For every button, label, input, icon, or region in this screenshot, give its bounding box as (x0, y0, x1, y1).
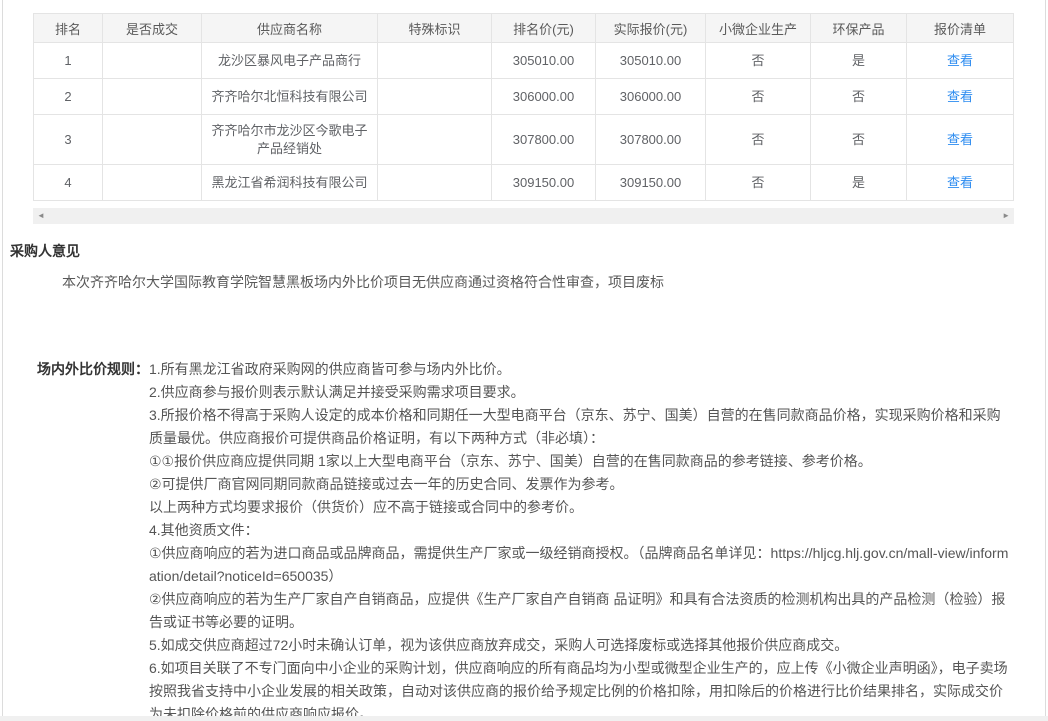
cell-deal (103, 79, 202, 115)
cell-quote-list: 查看 (907, 165, 1014, 201)
cell-rank: 3 (34, 115, 103, 165)
cell-small-micro: 否 (706, 43, 811, 79)
col-header-small-micro: 小微企业生产 (706, 14, 811, 43)
purchaser-opinion-text: 本次齐齐哈尔大学国际教育学院智慧黑板场内外比价项目无供应商通过资格符合性审查，项… (62, 272, 1012, 292)
cell-eco: 否 (811, 79, 907, 115)
col-header-quote-list: 报价清单 (907, 14, 1014, 43)
cell-rank: 2 (34, 79, 103, 115)
rule-item: ②供应商响应的若为生产厂家自产自销商品，应提供《生产厂家自产自销商 品证明》和具… (149, 588, 1012, 634)
col-header-eco-product: 环保产品 (811, 14, 907, 43)
cell-supplier: 龙沙区暴风电子产品商行 (202, 43, 378, 79)
cell-eco: 是 (811, 165, 907, 201)
cell-rank-price: 306000.00 (492, 79, 596, 115)
col-header-rank-price: 排名价(元) (492, 14, 596, 43)
table-row: 3 齐齐哈尔市龙沙区今歌电子产品经销处 307800.00 307800.00 … (34, 115, 1014, 165)
cell-small-micro: 否 (706, 165, 811, 201)
cell-actual-price: 306000.00 (596, 79, 706, 115)
col-header-deal: 是否成交 (103, 14, 202, 43)
col-header-supplier: 供应商名称 (202, 14, 378, 43)
supplier-ranking-table: 排名 是否成交 供应商名称 特殊标识 排名价(元) 实际报价(元) 小微企业生产… (33, 13, 1014, 201)
table-row: 2 齐齐哈尔北恒科技有限公司 306000.00 306000.00 否 否 查… (34, 79, 1014, 115)
window-horizontal-scrollbar[interactable] (0, 716, 1048, 721)
col-header-rank: 排名 (34, 14, 103, 43)
scroll-left-icon[interactable]: ◄ (33, 208, 49, 224)
view-quote-link[interactable]: 查看 (947, 132, 973, 147)
rules-label: 场内外比价规则： (37, 358, 149, 381)
rule-item: 1.所有黑龙江省政府采购网的供应商皆可参与场内外比价。 (149, 358, 1012, 381)
cell-supplier: 黑龙江省希润科技有限公司 (202, 165, 378, 201)
rule-item: ①供应商响应的若为进口商品或品牌商品，需提供生产厂家或一级经销商授权。（品牌商品… (149, 542, 1012, 588)
rules-content: 1.所有黑龙江省政府采购网的供应商皆可参与场内外比价。 2.供应商参与报价则表示… (149, 358, 1012, 721)
rule-item: 4.其他资质文件： (149, 519, 1012, 542)
cell-rank-price: 305010.00 (492, 43, 596, 79)
table-horizontal-scrollbar[interactable]: ◄ ► (33, 208, 1014, 224)
table-row: 1 龙沙区暴风电子产品商行 305010.00 305010.00 否 是 查看 (34, 43, 1014, 79)
scroll-right-icon[interactable]: ► (998, 208, 1014, 224)
view-quote-link[interactable]: 查看 (947, 53, 973, 68)
cell-small-micro: 否 (706, 79, 811, 115)
cell-special (378, 115, 492, 165)
rule-item: 以上两种方式均要求报价（供货价）应不高于链接或合同中的参考价。 (149, 496, 1012, 519)
table-row: 4 黑龙江省希润科技有限公司 309150.00 309150.00 否 是 查… (34, 165, 1014, 201)
cell-small-micro: 否 (706, 115, 811, 165)
cell-special (378, 79, 492, 115)
rule-item: ②可提供厂商官网同期同款商品链接或过去一年的历史合同、发票作为参考。 (149, 473, 1012, 496)
col-header-actual-price: 实际报价(元) (596, 14, 706, 43)
cell-deal (103, 165, 202, 201)
ranking-table-wrap: 排名 是否成交 供应商名称 特殊标识 排名价(元) 实际报价(元) 小微企业生产… (33, 13, 1013, 201)
cell-actual-price: 305010.00 (596, 43, 706, 79)
view-quote-link[interactable]: 查看 (947, 89, 973, 104)
rule-item: ①①报价供应商应提供同期 1家以上大型电商平台（京东、苏宁、国美）自营的在售同款… (149, 450, 1012, 473)
cell-rank-price: 309150.00 (492, 165, 596, 201)
cell-eco: 否 (811, 115, 907, 165)
cell-supplier: 齐齐哈尔市龙沙区今歌电子产品经销处 (202, 115, 378, 165)
purchaser-opinion-title: 采购人意见 (10, 241, 80, 261)
cell-actual-price: 309150.00 (596, 165, 706, 201)
cell-quote-list: 查看 (907, 115, 1014, 165)
cell-rank: 4 (34, 165, 103, 201)
cell-deal (103, 115, 202, 165)
cell-quote-list: 查看 (907, 43, 1014, 79)
view-quote-link[interactable]: 查看 (947, 175, 973, 190)
rule-item: 3.所报价格不得高于采购人设定的成本价格和同期任一大型电商平台（京东、苏宁、国美… (149, 404, 1012, 450)
col-header-special-mark: 特殊标识 (378, 14, 492, 43)
page-left-border (2, 0, 3, 721)
cell-rank-price: 307800.00 (492, 115, 596, 165)
price-comparison-rules-section: 场内外比价规则： 1.所有黑龙江省政府采购网的供应商皆可参与场内外比价。 2.供… (37, 358, 1012, 721)
rule-item: 6.如项目关联了不专门面向中小企业的采购计划，供应商响应的所有商品均为小型或微型… (149, 657, 1012, 721)
cell-deal (103, 43, 202, 79)
table-header-row: 排名 是否成交 供应商名称 特殊标识 排名价(元) 实际报价(元) 小微企业生产… (34, 14, 1014, 43)
page-right-border (1045, 0, 1046, 721)
cell-special (378, 165, 492, 201)
cell-supplier: 齐齐哈尔北恒科技有限公司 (202, 79, 378, 115)
rule-item: 2.供应商参与报价则表示默认满足并接受采购需求项目要求。 (149, 381, 1012, 404)
cell-quote-list: 查看 (907, 79, 1014, 115)
cell-actual-price: 307800.00 (596, 115, 706, 165)
rule-item: 5.如成交供应商超过72小时未确认订单，视为该供应商放弃成交，采购人可选择废标或… (149, 634, 1012, 657)
cell-rank: 1 (34, 43, 103, 79)
cell-eco: 是 (811, 43, 907, 79)
cell-special (378, 43, 492, 79)
